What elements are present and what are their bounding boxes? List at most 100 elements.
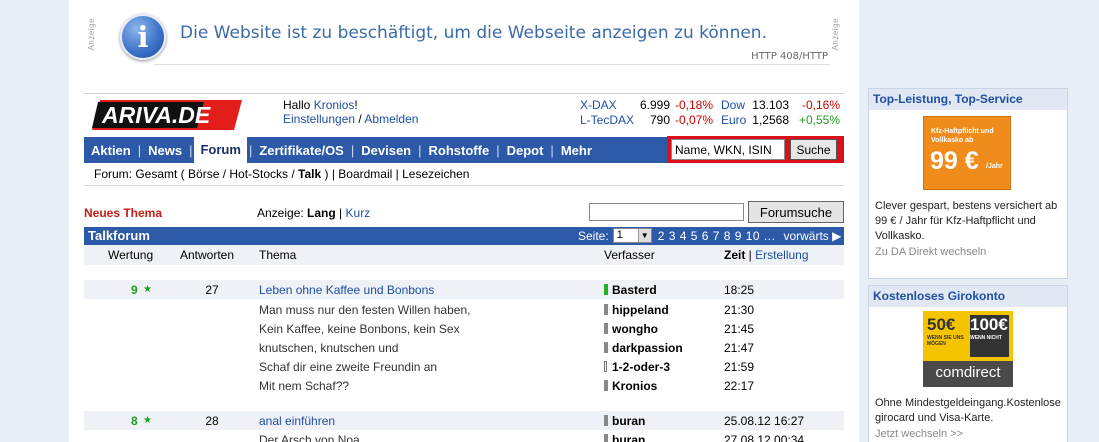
ad-box-link[interactable]: Jetzt wechseln >> [869, 428, 969, 440]
thread-answers: 27 [205, 283, 219, 297]
banner-right: 100€ WENN NICHT [970, 315, 1009, 357]
col-creation-link[interactable]: Erstellung [755, 248, 808, 262]
table-header: Wertung Antworten Thema Verfasser Zeit |… [84, 245, 844, 265]
quote-value: 1,2568 [752, 113, 789, 127]
breadcrumb: Forum: Gesamt ( Börse / Hot-Stocks / Tal… [94, 167, 469, 181]
reply-row: Mit nem Schaf?? Kronios 22:17 [84, 376, 844, 395]
thread-time: 25.08.12 16:27 [724, 414, 805, 428]
quote-search-input[interactable] [671, 139, 785, 160]
quote-value: 13.103 [752, 98, 789, 112]
quote-name[interactable]: L-TecDAX [580, 113, 634, 128]
thread-rating: 8 [131, 414, 138, 428]
reply-time: 21:45 [724, 322, 755, 336]
nav-item-zertifikate[interactable]: Zertifikate/OS [252, 143, 351, 158]
reply-row: knutschen, knutschen und darkpassion 21:… [84, 338, 844, 357]
arrow-right-icon: ▶ [832, 228, 842, 243]
quote-name[interactable]: Euro [721, 113, 746, 128]
reply-text[interactable]: Kein Kaffee, keine Bonbons, kein Sex [259, 322, 460, 336]
thread-title[interactable]: anal einführen [259, 414, 335, 428]
reply-text[interactable]: Der Arsch von Noa [259, 433, 360, 442]
reply-author[interactable]: buran [612, 433, 645, 442]
breadcrumb-prefix[interactable]: Forum: Gesamt ( Börse / Hot-Stocks / [94, 167, 298, 181]
col-author: Verfasser [604, 248, 655, 262]
settings-link[interactable]: Einstellungen [283, 112, 355, 126]
star-icon: ★ [143, 284, 152, 295]
reply-text[interactable]: Mit nem Schaf?? [259, 379, 349, 393]
ad-box-link[interactable]: Zu DA Direkt wechseln [869, 246, 992, 258]
view-short-link[interactable]: Kurz [346, 206, 371, 220]
page-links[interactable]: 2 3 4 5 6 7 8 9 10 ... [658, 229, 776, 243]
nav-item-mehr[interactable]: Mehr [554, 143, 599, 158]
view-label: Anzeige: [257, 206, 308, 220]
divider [154, 64, 830, 65]
divider [84, 185, 844, 186]
reply-time: 22:17 [724, 379, 755, 393]
reply-row: Der Arsch von Noa buran 27.08.12 00:34 [84, 430, 844, 442]
reply-text[interactable]: Schaf dir eine zweite Freundin an [259, 360, 437, 374]
reply-text[interactable]: knutschen, knutschen und [259, 341, 398, 355]
thread-row: 8 ★ 28 anal einführen buran 25.08.12 16:… [84, 411, 844, 430]
thread-title[interactable]: Leben ohne Kaffee und Bonbons [259, 283, 434, 297]
user-greeting: Hallo Kronios! Einstellungen / Abmelden [283, 98, 419, 126]
board-title: Talkforum [88, 228, 150, 243]
nav-item-forum[interactable]: Forum [194, 137, 247, 163]
error-message: Die Website ist zu beschäftigt, um die W… [180, 23, 767, 43]
da-direkt-banner[interactable]: Kfz-Haftpflicht und Vollkasko ab 99 € /J… [923, 116, 1011, 190]
quote-name[interactable]: Dow [721, 98, 745, 113]
forward-label[interactable]: vorwärts [783, 229, 828, 243]
info-icon: i [120, 14, 166, 60]
reply-author[interactable]: darkpassion [612, 341, 683, 355]
reply-author[interactable]: wongho [612, 322, 658, 336]
quote-name[interactable]: X-DAX [580, 98, 617, 113]
banner-unit: /Jahr [986, 163, 1003, 170]
reply-time: 21:30 [724, 303, 755, 317]
page-select[interactable]: 1 ▼ [612, 228, 652, 243]
forum-search-button[interactable]: Forumsuche [748, 201, 844, 223]
ad-box-title[interactable]: Kostenloses Girokonto [869, 286, 1067, 307]
nav-item-news[interactable]: News [141, 143, 189, 158]
user-link[interactable]: Kronios [314, 98, 355, 112]
reply-text[interactable]: Man muss nur den festen Willen haben, [259, 303, 470, 317]
quote-change: -0,18% [674, 98, 713, 112]
ariva-logo[interactable]: ARIVA.DE [92, 100, 242, 130]
thread-rating: 9 [131, 283, 138, 297]
nav-item-depot[interactable]: Depot [500, 143, 551, 158]
quote-value: 6.999 [639, 98, 670, 112]
forward-link[interactable]: vorwärts ▶ [783, 229, 841, 243]
user-status-bar [604, 323, 608, 334]
breadcrumb-suffix[interactable]: ) | Boardmail | Lesezeichen [321, 167, 470, 181]
divider [84, 93, 844, 94]
quote-search-button[interactable]: Suche [790, 139, 837, 160]
reply-time: 21:47 [724, 341, 755, 355]
ad-box-comdirect: Kostenloses Girokonto 50€ WENN SIE UNS MÖ… [868, 285, 1068, 442]
nav-item-rohstoffe[interactable]: Rohstoffe [422, 143, 497, 158]
col-answers: Antworten [180, 248, 235, 262]
error-code: HTTP 408/HTTP [751, 51, 828, 62]
ad-label-left: Anzeige [87, 18, 96, 51]
thread-author[interactable]: Basterd [612, 283, 657, 297]
ad-box-title[interactable]: Top-Leistung, Top-Service [869, 89, 1067, 110]
banner-left-amount: 50€ [927, 315, 956, 334]
thread-author[interactable]: buran [612, 414, 645, 428]
reply-author[interactable]: Kronios [612, 379, 657, 393]
reply-author[interactable]: hippeland [612, 303, 669, 317]
logout-link[interactable]: Abmelden [364, 112, 418, 126]
comdirect-banner[interactable]: 50€ WENN SIE UNS MÖGEN 100€ WENN NICHT com… [923, 311, 1013, 387]
ad-box-text: Clever gespart, bestens versichert ab 99… [875, 200, 1058, 242]
forum-search-input[interactable] [589, 203, 744, 221]
new-topic-link[interactable]: Neues Thema [84, 206, 162, 220]
logo-text: ARIVA.DE [101, 102, 211, 128]
reply-author[interactable]: 1-2-oder-3 [612, 360, 670, 374]
main-nav: Aktien | News | Forum | Zertifikate/OS | Dev… [84, 136, 844, 163]
quote-row: X-DAX 6.999 -0,18% Dow 13.103 -0,16% [580, 98, 840, 113]
nav-item-aktien[interactable]: Aktien [84, 143, 138, 158]
reply-row: Schaf dir eine zweite Freundin an 1-2-od… [84, 357, 844, 376]
user-status-bar [604, 304, 608, 315]
col-time-label[interactable]: Zeit [724, 248, 745, 262]
user-status-bar [604, 284, 608, 295]
reply-time: 21:59 [724, 360, 755, 374]
banner-right-note: WENN NICHT [970, 335, 1002, 341]
banner-right-amount: 100€ [970, 315, 1008, 334]
board-header: Talkforum Seite: 1 ▼ 2 3 4 5 6 7 8 9 10 .… [84, 227, 844, 245]
nav-item-devisen[interactable]: Devisen [354, 143, 418, 158]
